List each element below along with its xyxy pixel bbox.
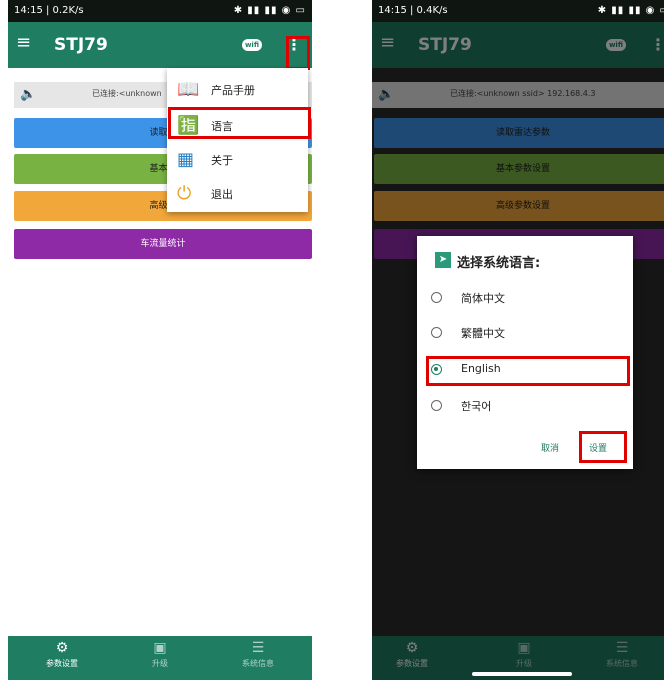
status-icons: ✱ ▮▮ ▮▮ ◉ ▭ — [233, 5, 306, 16]
menu-item-exit[interactable]: ⏻ 退出 — [167, 176, 308, 212]
tab-system-info[interactable]: ☰ 系统信息 — [228, 640, 288, 669]
tab-upgrade[interactable]: ▣ 升级 — [130, 640, 190, 669]
speaker-icon: 🔈 — [20, 87, 37, 102]
wifi-badge-icon: wifi — [242, 39, 262, 51]
phone-screen-left: 14:15 | 0.2K/s ✱ ▮▮ ▮▮ ◉ ▭ ≡ STJ79 wifi … — [8, 0, 312, 680]
tab-label: 系统信息 — [242, 659, 274, 668]
option-simplified-chinese[interactable]: 简体中文 — [431, 289, 621, 309]
hamburger-icon[interactable]: ≡ — [16, 34, 31, 52]
phone-screen-right: 14:15 | 0.4K/s ✱ ▮▮ ▮▮ ◉ ▭ ≡ STJ79 wifi … — [372, 0, 664, 680]
tab-label: 参数设置 — [46, 659, 78, 668]
highlight-language — [168, 107, 311, 139]
status-bar: 14:15 | 0.4K/s ✱ ▮▮ ▮▮ ◉ ▭ — [372, 0, 664, 22]
overflow-popup-menu: 📖 产品手册 🈯 语言 ▦ 关于 ⏻ 退出 — [167, 68, 308, 212]
menu-item-label: 关于 — [211, 154, 233, 167]
highlight-overflow — [286, 36, 310, 70]
app-title: STJ79 — [54, 35, 108, 55]
tab-label: 升级 — [152, 659, 168, 668]
cancel-button[interactable]: 取消 — [541, 441, 559, 454]
option-korean[interactable]: 한국어 — [431, 397, 621, 417]
traffic-stats-button[interactable]: 车流量统计 — [14, 229, 312, 259]
menu-item-manual[interactable]: 📖 产品手册 — [167, 72, 308, 108]
about-icon: ▦ — [177, 149, 195, 170]
option-label: 简体中文 — [461, 292, 505, 305]
tab-params[interactable]: ⚙ 参数设置 — [32, 640, 92, 669]
app-bar: ≡ STJ79 wifi ⋮ — [8, 22, 312, 68]
home-indicator[interactable] — [472, 672, 572, 676]
menu-item-label: 退出 — [211, 188, 233, 201]
menu-item-label: 产品手册 — [211, 84, 255, 97]
highlight-english — [426, 356, 630, 386]
radio-button[interactable] — [431, 292, 442, 303]
power-icon: ⏻ — [177, 183, 192, 204]
option-label: 한국어 — [461, 400, 492, 413]
option-traditional-chinese[interactable]: 繁體中文 — [431, 324, 621, 344]
status-time: 14:15 | 0.2K/s — [14, 5, 84, 16]
gear-icon: ⚙ — [55, 640, 69, 656]
sliders-icon: ☰ — [251, 640, 265, 656]
bottom-nav: ⚙ 参数设置 ▣ 升级 ☰ 系统信息 — [8, 636, 312, 680]
highlight-confirm — [579, 431, 627, 463]
status-time: 14:15 | 0.4K/s — [378, 5, 448, 16]
menu-item-about[interactable]: ▦ 关于 — [167, 142, 308, 178]
option-label: 繁體中文 — [461, 327, 505, 340]
upgrade-icon: ▣ — [153, 640, 167, 656]
dialog-title: 选择系统语言: — [457, 256, 541, 271]
cursor-icon: ➤ — [435, 252, 451, 268]
connection-text: 已连接:<unknown — [92, 89, 162, 98]
status-bar: 14:15 | 0.2K/s ✱ ▮▮ ▮▮ ◉ ▭ — [8, 0, 312, 22]
radio-button[interactable] — [431, 327, 442, 338]
status-icons: ✱ ▮▮ ▮▮ ◉ ▭ — [597, 5, 664, 16]
book-icon: 📖 — [177, 79, 200, 100]
radio-button[interactable] — [431, 400, 442, 411]
